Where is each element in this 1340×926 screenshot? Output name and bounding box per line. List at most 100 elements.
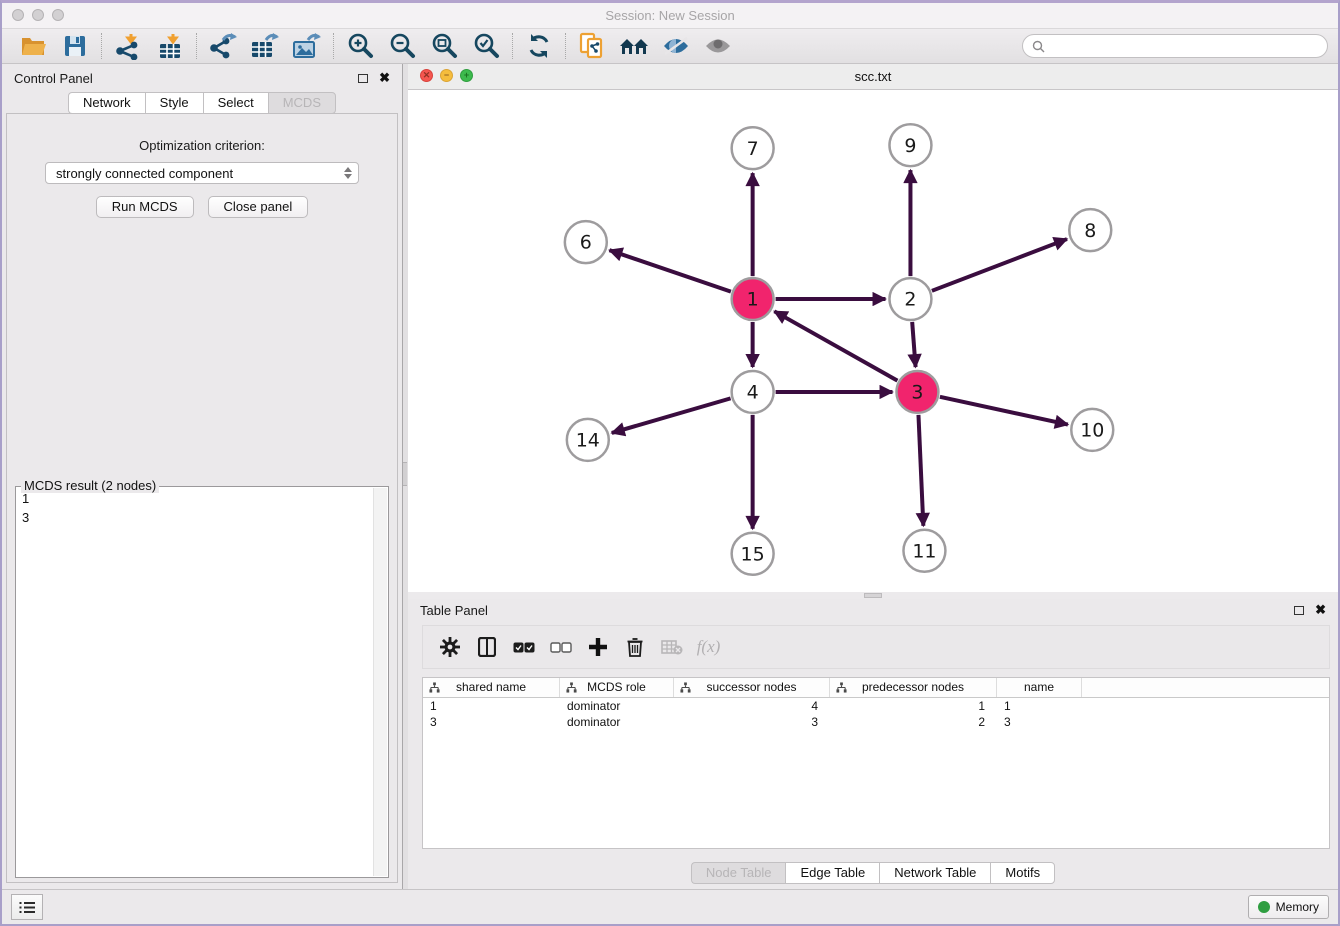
table-cell[interactable]: dominator: [560, 714, 674, 730]
mcds-result-box: MCDS result (2 nodes) 13: [15, 486, 389, 878]
graph-edge-3-1[interactable]: [774, 311, 897, 380]
column-header-MCDS-role[interactable]: MCDS role: [560, 678, 674, 697]
criterion-select[interactable]: strongly connected component: [45, 162, 359, 184]
table-settings-button[interactable]: [431, 632, 468, 662]
column-header-successor-nodes[interactable]: successor nodes: [674, 678, 830, 697]
column-header-shared-name[interactable]: shared name: [423, 678, 560, 697]
hide-graphics-details-button[interactable]: [655, 31, 697, 61]
main-area: Control Panel ✖ NetworkStyleSelectMCDS O…: [2, 64, 1338, 889]
graph-edge-4-14[interactable]: [612, 398, 731, 433]
run-mcds-button[interactable]: Run MCDS: [96, 196, 194, 218]
graph-edge-3-10[interactable]: [940, 397, 1068, 425]
close-window-button[interactable]: [12, 9, 24, 21]
graph-edge-3-11[interactable]: [918, 415, 923, 526]
first-neighbors-button[interactable]: [613, 31, 655, 61]
vertical-splitter[interactable]: [402, 64, 408, 889]
optimization-criterion-label: Optimization criterion:: [7, 138, 397, 153]
zoom-fit-icon: [430, 32, 458, 60]
result-item[interactable]: 1: [18, 489, 373, 508]
zoom-in-button[interactable]: [339, 31, 381, 61]
table-cell[interactable]: 1: [830, 698, 997, 714]
column-header-predecessor-nodes[interactable]: predecessor nodes: [830, 678, 997, 697]
close-panel-icon[interactable]: ✖: [1315, 604, 1326, 616]
table-row[interactable]: 3dominator323: [423, 714, 1329, 730]
table-header-row: shared nameMCDS rolesuccessor nodesprede…: [423, 678, 1329, 698]
import-table-button[interactable]: [149, 31, 191, 61]
search-box: [1022, 34, 1328, 58]
zoom-fit-button[interactable]: [423, 31, 465, 61]
delete-column-button[interactable]: [616, 632, 653, 662]
export-network-button[interactable]: [202, 31, 244, 61]
table-cell[interactable]: 2: [830, 714, 997, 730]
task-history-button[interactable]: [11, 894, 43, 920]
show-graphics-details-button[interactable]: [697, 31, 739, 61]
result-item[interactable]: 3: [18, 508, 373, 527]
graph-edge-2-8[interactable]: [932, 239, 1067, 291]
column-type-icon: [680, 682, 691, 693]
select-all-columns-button[interactable]: [505, 632, 542, 662]
table-row[interactable]: 1dominator411: [423, 698, 1329, 714]
network-documents-icon: [579, 32, 605, 60]
tab-edge-table[interactable]: Edge Table: [785, 862, 879, 884]
graph-node-label: 9: [904, 135, 916, 157]
new-network-from-selection-button[interactable]: [571, 31, 613, 61]
minimize-network-button[interactable]: −: [440, 69, 453, 82]
network-canvas[interactable]: 7968124314101511: [408, 90, 1338, 592]
minimize-window-button[interactable]: [32, 9, 44, 21]
function-builder-button[interactable]: f(x): [690, 632, 727, 662]
tab-network[interactable]: Network: [68, 92, 145, 114]
gear-icon: [440, 637, 460, 657]
tab-mcds[interactable]: MCDS: [268, 92, 336, 114]
close-panel-button[interactable]: Close panel: [208, 196, 309, 218]
float-panel-icon[interactable]: [1294, 606, 1304, 615]
column-type-icon: [429, 682, 440, 693]
table-cell[interactable]: 3: [423, 714, 560, 730]
add-column-button[interactable]: [579, 632, 616, 662]
refresh-button[interactable]: [518, 31, 560, 61]
tab-style[interactable]: Style: [145, 92, 203, 114]
memory-button[interactable]: Memory: [1248, 895, 1329, 919]
destroy-table-button[interactable]: [653, 632, 690, 662]
close-panel-icon[interactable]: ✖: [379, 72, 390, 84]
table-cell[interactable]: 3: [674, 714, 830, 730]
save-session-button[interactable]: [54, 31, 96, 61]
graph-edge-1-6[interactable]: [609, 250, 730, 291]
open-session-button[interactable]: [12, 31, 54, 61]
export-table-button[interactable]: [244, 31, 286, 61]
deselect-all-columns-button[interactable]: [542, 632, 579, 662]
refresh-icon: [526, 33, 552, 59]
tab-motifs[interactable]: Motifs: [990, 862, 1055, 884]
splitter-grip[interactable]: [864, 593, 882, 598]
column-header-name[interactable]: name: [997, 678, 1082, 697]
graph-node-label: 1: [747, 289, 759, 311]
tab-network-table[interactable]: Network Table: [879, 862, 990, 884]
table-cell[interactable]: 4: [674, 698, 830, 714]
graph-edge-2-3[interactable]: [912, 322, 915, 367]
table-cell[interactable]: 3: [997, 714, 1082, 730]
zoom-selected-button[interactable]: [465, 31, 507, 61]
horizontal-splitter[interactable]: [408, 592, 1338, 599]
table-cell[interactable]: 1: [997, 698, 1082, 714]
import-network-button[interactable]: [107, 31, 149, 61]
application-window: Session: New Session: [0, 0, 1340, 926]
splitter-grip[interactable]: [403, 462, 407, 486]
zoom-window-button[interactable]: [52, 9, 64, 21]
export-image-button[interactable]: [286, 31, 328, 61]
zoom-out-button[interactable]: [381, 31, 423, 61]
graph-node-label: 7: [747, 138, 759, 160]
zoom-network-button[interactable]: +: [460, 69, 473, 82]
app-toolbar: [2, 29, 1338, 64]
result-scrollbar[interactable]: [373, 488, 387, 876]
table-cell[interactable]: dominator: [560, 698, 674, 714]
tab-select[interactable]: Select: [203, 92, 268, 114]
table-cell[interactable]: 1: [423, 698, 560, 714]
graph-node-label: 15: [741, 543, 765, 565]
close-network-button[interactable]: ✕: [420, 69, 433, 82]
search-input[interactable]: [1051, 38, 1318, 55]
float-panel-icon[interactable]: [358, 74, 368, 83]
split-view-button[interactable]: [468, 632, 505, 662]
control-panel-header: Control Panel ✖: [2, 64, 402, 92]
eye-icon: [703, 36, 733, 56]
tab-node-table[interactable]: Node Table: [691, 862, 786, 884]
fx-icon: f(x): [697, 637, 721, 657]
